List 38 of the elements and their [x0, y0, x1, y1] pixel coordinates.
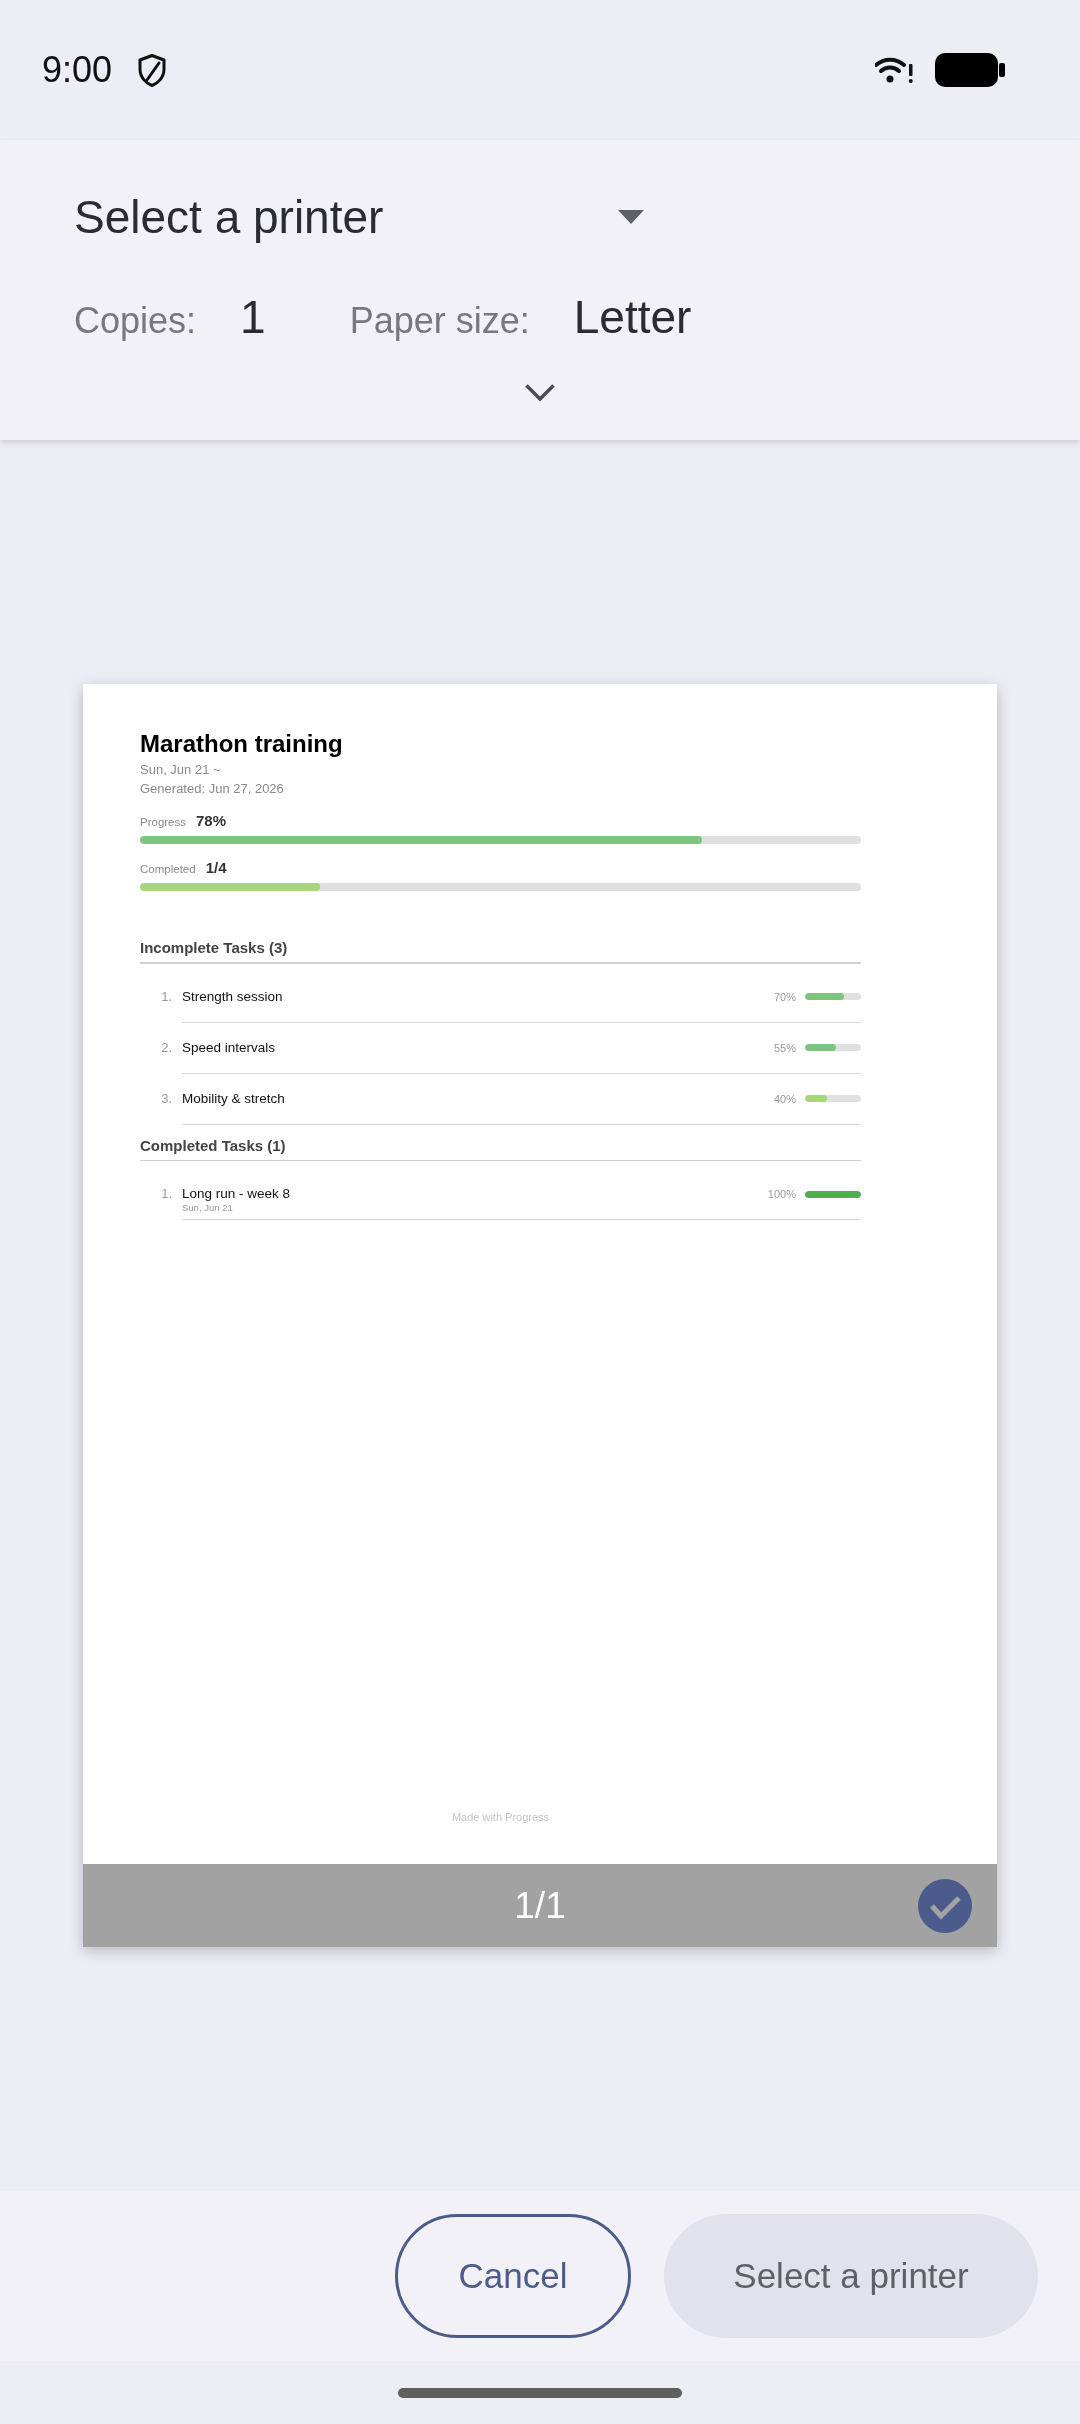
- paper-size-label: Paper size:: [349, 299, 530, 343]
- task-name: Strength session: [182, 988, 283, 1005]
- copies-value: 1: [240, 290, 266, 345]
- status-time: 9:00: [42, 52, 113, 88]
- shield-icon: [138, 53, 167, 87]
- task-name: Mobility & stretch: [182, 1090, 285, 1107]
- stat-value: 1/4: [205, 858, 227, 878]
- task-percent: 100%: [767, 1187, 796, 1202]
- cancel-button[interactable]: Cancel: [395, 2214, 631, 2338]
- stat-label: Completed: [140, 862, 196, 877]
- task-number: 3.: [161, 1090, 172, 1107]
- task-percent: 40%: [773, 1091, 796, 1107]
- page-indicator: 1/1: [514, 1884, 566, 1927]
- page-preview[interactable]: [83, 684, 997, 1947]
- task-name: Long run - week 8: [182, 1186, 291, 1202]
- stat-value: 78%: [196, 811, 227, 831]
- document-title: Marathon training: [140, 730, 343, 758]
- generated-date: Generated: Jun 27, 2026: [140, 780, 284, 798]
- chevron-down-icon[interactable]: [524, 383, 556, 403]
- section-heading: Incomplete Tasks (3): [140, 938, 288, 958]
- task-number: 2.: [161, 1039, 172, 1056]
- stat-label: Progress: [140, 815, 187, 830]
- task-number: 1.: [161, 1186, 172, 1202]
- check-circle-icon[interactable]: [918, 1878, 972, 1933]
- credit-text: Made with Progress: [451, 1810, 550, 1824]
- task-date: Sun, Jun 21: [182, 1202, 233, 1214]
- task-percent: 55%: [773, 1040, 796, 1056]
- caret-icon: [618, 210, 644, 224]
- task-percent: 70%: [773, 989, 796, 1005]
- wifi-warning-icon: [875, 56, 915, 84]
- copies-label: Copies:: [74, 299, 197, 343]
- section-heading: Completed Tasks (1): [140, 1135, 286, 1156]
- printer-dropdown[interactable]: Select a printer: [74, 187, 644, 247]
- date-range: Sun, Jun 21 ~: [140, 761, 221, 779]
- battery-icon: [935, 53, 1005, 87]
- paper-size-value: Letter: [573, 290, 692, 345]
- task-number: 1.: [161, 988, 172, 1005]
- task-name: Speed intervals: [182, 1039, 276, 1056]
